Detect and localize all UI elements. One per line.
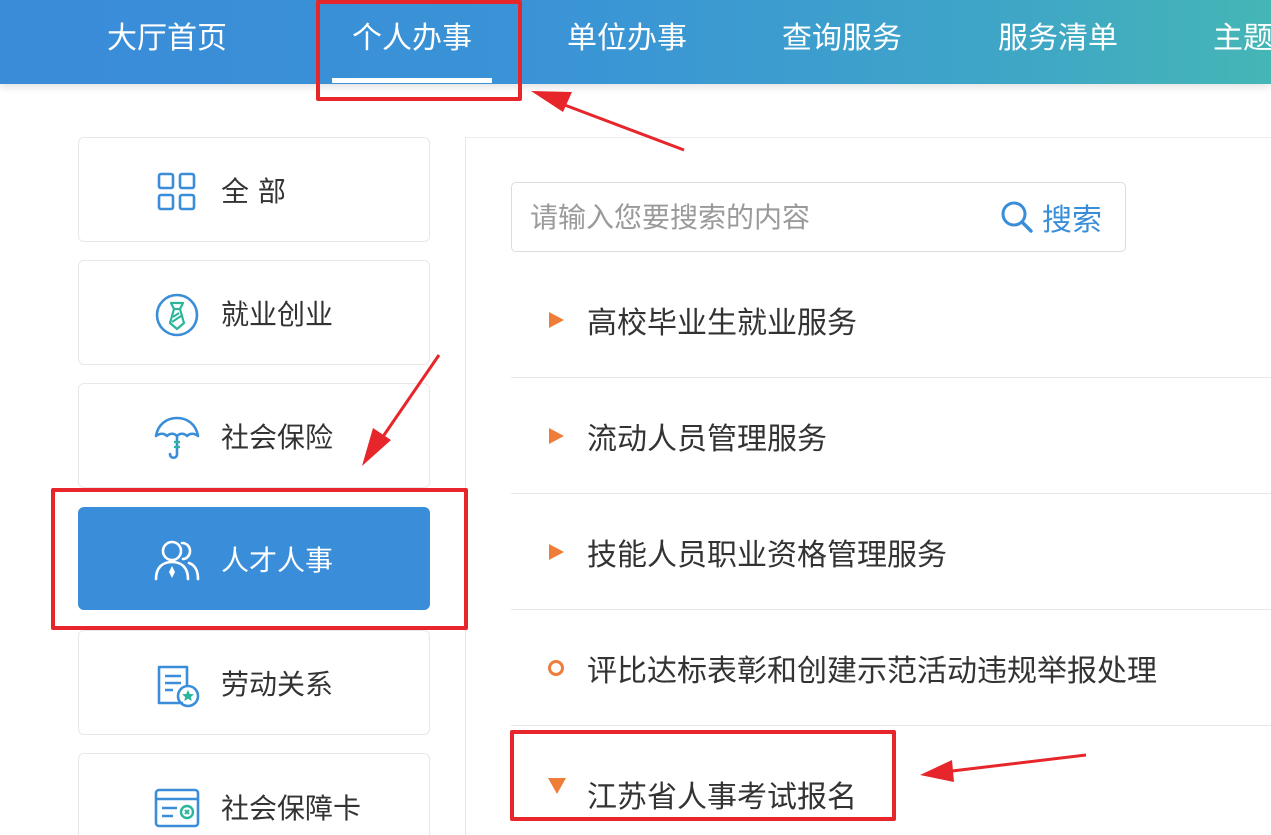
sidebar-item-label: 就业创业 (221, 297, 334, 331)
nav-item-theme[interactable]: 主题 (1213, 0, 1271, 84)
search-box: 搜索 (511, 182, 1126, 252)
umbrella-icon (154, 416, 200, 460)
service-item-label: 技能人员职业资格管理服务 (587, 537, 947, 573)
service-item-label: 高校毕业生就业服务 (587, 305, 857, 341)
nav-item-query-service[interactable]: 查询服务 (782, 0, 902, 84)
search-icon (1001, 201, 1033, 233)
sidebar-item-social-insurance[interactable]: 社会保险 (78, 383, 430, 488)
search-button-label: 搜索 (1042, 203, 1102, 238)
search-input[interactable] (530, 183, 990, 251)
grid-icon (157, 172, 196, 211)
sidebar-item-label: 全 部 (221, 174, 286, 208)
service-item-floating-personnel[interactable]: 流动人员管理服务 (511, 378, 1271, 494)
triangle-right-icon (549, 427, 564, 444)
triangle-right-icon (549, 311, 564, 328)
tie-icon (155, 293, 199, 337)
circle-bullet-icon (548, 659, 564, 676)
sidebar-item-employment[interactable]: 就业创业 (78, 260, 430, 365)
triangle-right-icon (549, 543, 564, 560)
nav-item-service-list[interactable]: 服务清单 (998, 0, 1118, 84)
sidebar-item-label: 社会保险 (221, 420, 334, 454)
service-item-violation-report[interactable]: 评比达标表彰和创建示范活动违规举报处理 (511, 610, 1271, 726)
nav-item-unit-affairs[interactable]: 单位办事 (567, 0, 687, 84)
card-icon (154, 788, 200, 828)
sidebar-item-labor-relations[interactable]: 劳动关系 (78, 630, 430, 735)
sidebar-item-all[interactable]: 全 部 (78, 137, 430, 242)
service-item-graduate-employment[interactable]: 高校毕业生就业服务 (511, 262, 1271, 378)
sidebar-item-social-security-card[interactable]: 社会保障卡 (78, 753, 430, 835)
top-nav-bar: 大厅首页 个人办事 单位办事 查询服务 服务清单 主题 (0, 0, 1271, 84)
annotation-box-sidebar (51, 488, 468, 630)
sidebar-item-label: 社会保障卡 (221, 792, 362, 825)
sidebar-item-label: 劳动关系 (221, 667, 334, 701)
search-button[interactable]: 搜索 (1000, 183, 1125, 251)
service-item-skill-qualification[interactable]: 技能人员职业资格管理服务 (511, 494, 1271, 610)
nav-item-hall-home[interactable]: 大厅首页 (107, 0, 227, 84)
contract-icon (157, 665, 200, 708)
annotation-box-nav (316, 0, 522, 101)
service-item-label: 流动人员管理服务 (587, 421, 827, 457)
service-item-label: 评比达标表彰和创建示范活动违规举报处理 (587, 653, 1157, 689)
annotation-box-service (510, 730, 896, 821)
